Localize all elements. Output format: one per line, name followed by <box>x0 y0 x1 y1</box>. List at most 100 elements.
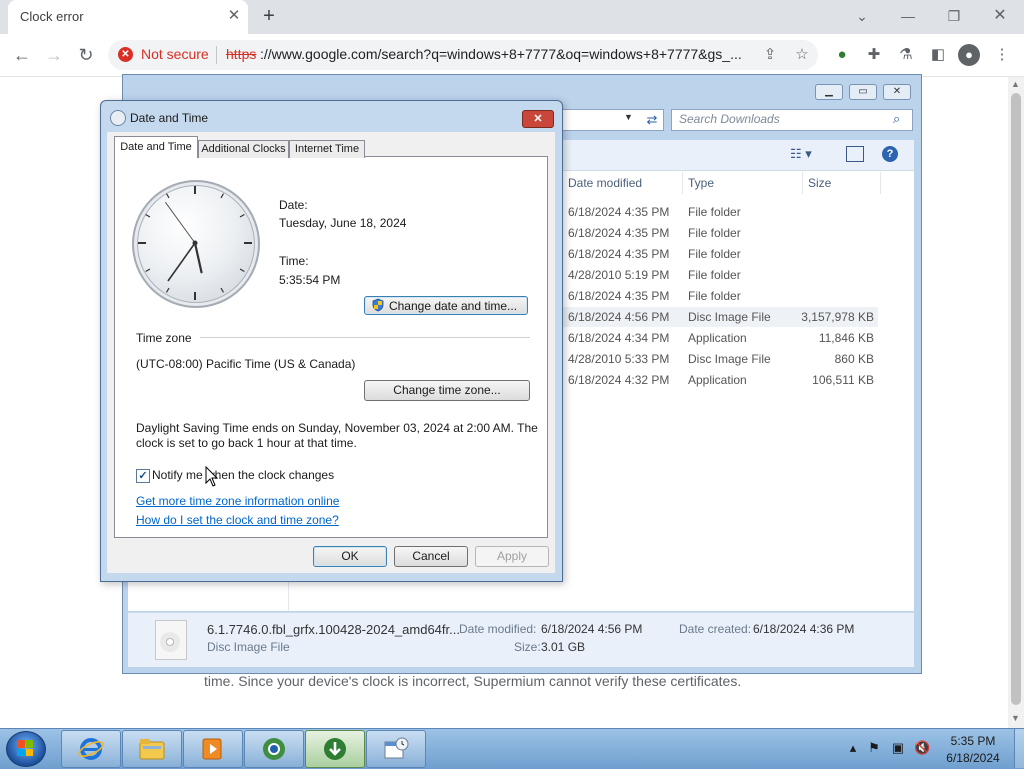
taskbar-supermium-browser[interactable] <box>244 730 304 768</box>
extension-globe-icon[interactable]: ● <box>832 45 852 65</box>
preview-pane-icon[interactable] <box>846 146 864 162</box>
change-view-icon[interactable]: ☷ ▾ <box>790 146 812 162</box>
change-time-zone-button[interactable]: Change time zone... <box>364 380 530 401</box>
file-date: 4/28/2010 5:19 PM <box>568 268 670 282</box>
tray-clock-date[interactable]: 6/18/2024 <box>940 751 1006 765</box>
lab-flask-icon[interactable]: ⚗ <box>896 45 916 65</box>
column-size[interactable]: Size <box>808 176 831 190</box>
notify-checkbox-label[interactable]: Notify me when the clock changes <box>152 468 334 482</box>
file-row[interactable]: 6/18/2024 4:32 PM Application 106,511 KB <box>562 370 878 390</box>
back-arrow-icon[interactable]: ← <box>9 43 35 67</box>
page-scrollbar-thumb[interactable] <box>1011 93 1021 705</box>
action-center-flag-icon[interactable]: ⚑ <box>866 740 882 756</box>
clock-tick <box>145 213 151 218</box>
cancel-button-label: Cancel <box>412 549 450 563</box>
how-set-clock-link[interactable]: How do I set the clock and time zone? <box>136 513 339 527</box>
tray-clock-time[interactable]: 5:35 PM <box>940 734 1006 748</box>
taskbar-download-manager[interactable] <box>305 730 365 768</box>
time-value: 5:35:54 PM <box>279 273 341 287</box>
explorer-refresh-icon[interactable]: ⇄ <box>641 109 663 131</box>
explorer-minimize-icon[interactable]: ▁ <box>815 84 843 100</box>
new-tab-icon[interactable]: + <box>258 5 280 27</box>
folder-icon <box>139 739 165 760</box>
help-icon[interactable]: ? <box>882 146 898 162</box>
minimize-window-icon[interactable]: — <box>894 5 922 27</box>
extensions-puzzle-icon[interactable]: ✚ <box>864 45 884 65</box>
clock-hour-hand <box>193 241 203 274</box>
details-size: 3.01 GB <box>541 640 586 654</box>
tab-close-icon[interactable]: ✕ <box>226 7 242 25</box>
taskbar-internet-explorer[interactable] <box>61 730 121 768</box>
file-row[interactable]: 6/18/2024 4:35 PM File folder <box>562 286 878 306</box>
browser-menu-icon[interactable]: ⋮ <box>992 45 1012 65</box>
column-divider <box>880 172 881 194</box>
tab-search-chevron-icon[interactable]: ⌄ <box>848 5 876 27</box>
file-row[interactable]: 4/28/2010 5:33 PM Disc Image File 860 KB <box>562 349 878 369</box>
forward-arrow-icon[interactable]: → <box>41 43 67 67</box>
windows-logo-icon <box>17 740 33 756</box>
dst-info-line2: clock is set to go back 1 hour at that t… <box>136 436 357 450</box>
file-row-selected[interactable]: 6/18/2024 4:56 PM Disc Image File 3,157,… <box>562 307 878 327</box>
show-desktop-button[interactable] <box>1014 729 1024 768</box>
download-manager-icon <box>324 738 346 760</box>
file-date: 6/18/2024 4:34 PM <box>568 331 670 345</box>
search-icon[interactable]: ⌕ <box>893 111 900 127</box>
file-row[interactable]: 6/18/2024 4:35 PM File folder <box>562 202 878 222</box>
volume-muted-icon[interactable]: 🔇 <box>914 740 930 756</box>
not-secure-label[interactable]: Not secure <box>141 46 209 62</box>
url-text[interactable]: ://www.google.com/search?q=windows+8+777… <box>260 46 752 62</box>
restore-window-icon[interactable]: ❐ <box>940 5 968 27</box>
close-window-icon[interactable]: ✕ <box>986 5 1014 27</box>
file-date: 6/18/2024 4:35 PM <box>568 226 670 240</box>
reload-icon[interactable]: ↻ <box>73 43 99 67</box>
apply-button[interactable]: Apply <box>475 546 549 567</box>
clock-tick <box>220 193 225 199</box>
dialog-close-icon[interactable]: ✕ <box>522 110 554 128</box>
date-label: Date: <box>279 198 308 212</box>
side-panel-icon[interactable]: ◧ <box>928 45 948 65</box>
not-secure-icon[interactable]: ✕ <box>118 47 133 62</box>
address-divider <box>216 46 217 64</box>
file-size: 106,511 KB <box>812 373 874 387</box>
file-row[interactable]: 6/18/2024 4:34 PM Application 11,846 KB <box>562 328 878 348</box>
cancel-button[interactable]: Cancel <box>394 546 468 567</box>
scroll-down-icon[interactable]: ▼ <box>1011 713 1020 723</box>
media-player-icon <box>202 738 222 760</box>
taskbar-date-time-settings[interactable] <box>366 730 426 768</box>
clock-tick <box>239 268 245 273</box>
column-type[interactable]: Type <box>688 176 714 190</box>
error-page-text: time. Since your device's clock is incor… <box>204 673 742 689</box>
details-date-created-label: Date created: <box>679 622 752 636</box>
browser-tab[interactable]: Clock error ✕ <box>8 0 248 34</box>
ok-button[interactable]: OK <box>313 546 387 567</box>
taskbar-file-explorer[interactable] <box>122 730 182 768</box>
address-dropdown-icon[interactable]: ▼ <box>624 112 633 122</box>
bookmark-star-icon[interactable]: ☆ <box>792 45 812 65</box>
change-date-time-button[interactable]: Change date and time... <box>364 296 528 315</box>
file-row[interactable]: 6/18/2024 4:35 PM File folder <box>562 223 878 243</box>
explorer-close-icon[interactable]: ✕ <box>883 84 911 100</box>
profile-avatar-icon[interactable]: ● <box>958 44 980 66</box>
timezone-value: (UTC-08:00) Pacific Time (US & Canada) <box>136 357 356 371</box>
explorer-maximize-icon[interactable]: ▭ <box>849 84 877 100</box>
tab-additional-clocks[interactable]: Additional Clocks <box>198 140 289 158</box>
share-icon[interactable]: ⇪ <box>760 45 780 65</box>
taskbar-media-player[interactable] <box>183 730 243 768</box>
file-row[interactable]: 6/18/2024 4:35 PM File folder <box>562 244 878 264</box>
clock-tick <box>165 193 170 199</box>
clock-tick <box>145 268 151 273</box>
date-time-dialog-icon <box>110 110 126 126</box>
scroll-up-icon[interactable]: ▲ <box>1011 79 1020 89</box>
disc-icon <box>160 632 180 652</box>
file-row[interactable]: 4/28/2010 5:19 PM File folder <box>562 265 878 285</box>
show-hidden-icons-icon[interactable]: ▴ <box>845 740 861 756</box>
network-icon[interactable]: ▣ <box>890 740 906 756</box>
notify-checkbox[interactable]: ✓ <box>136 469 150 483</box>
mouse-cursor-icon <box>205 466 219 487</box>
column-date-modified[interactable]: Date modified <box>568 176 642 190</box>
tab-internet-time[interactable]: Internet Time <box>289 140 365 158</box>
tab-date-and-time[interactable]: Date and Time <box>114 136 198 158</box>
url-scheme[interactable]: https <box>226 46 256 62</box>
more-timezone-info-link[interactable]: Get more time zone information online <box>136 494 339 508</box>
clock-second-hand <box>165 202 196 244</box>
